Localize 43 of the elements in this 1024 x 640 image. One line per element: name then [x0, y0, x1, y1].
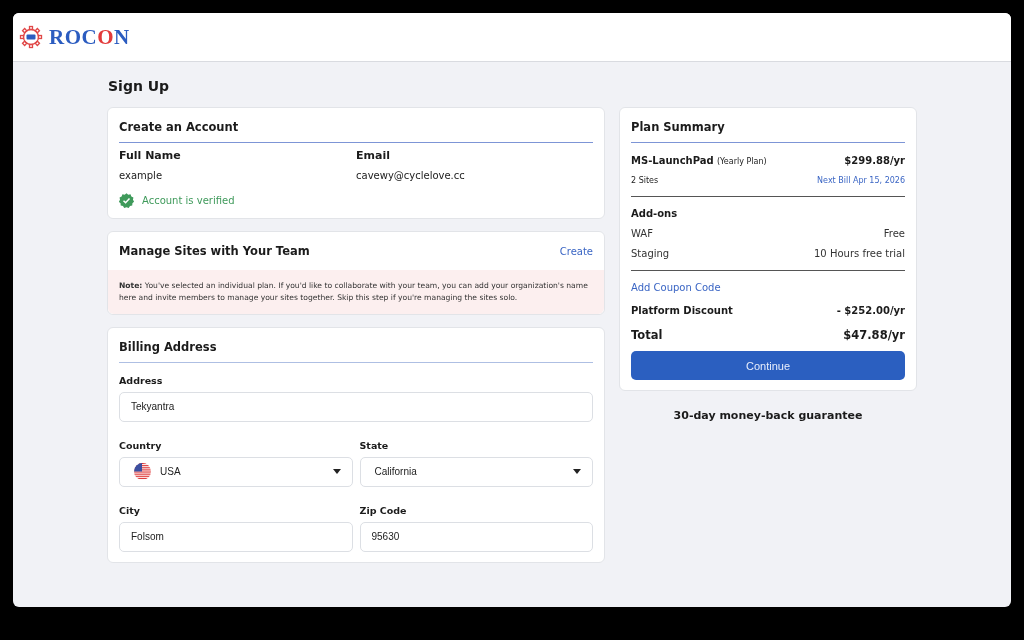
card-title: Create an Account [119, 120, 239, 134]
card-title: Manage Sites with Your Team [119, 244, 310, 258]
gear-icon [19, 25, 43, 49]
total-label: Total [631, 328, 663, 342]
field-label: Country [119, 439, 162, 451]
field-label: Full Name [119, 149, 181, 162]
field-label: State [359, 439, 389, 451]
input-field[interactable]: Folsom [119, 521, 353, 552]
addon-price: Free [883, 228, 905, 239]
card-title: Plan Summary [631, 120, 725, 134]
caret-icon [573, 469, 581, 475]
field-value: example [119, 170, 163, 181]
total-amount: $47.88/yr [843, 328, 905, 342]
plan-price: $299.88/yr [844, 155, 905, 166]
section-title: Add-ons [631, 208, 678, 219]
field-label: Address [119, 374, 163, 386]
card-title: Billing Address [119, 339, 217, 354]
verified-status: Account is verified [142, 195, 235, 206]
select-field[interactable]: USA [119, 456, 353, 487]
continue-button[interactable]: Continue [631, 351, 905, 380]
coupon-link[interactable]: Add Coupon Code [631, 282, 721, 293]
plan-period: (Yearly Plan) [716, 157, 767, 166]
addon-name: WAF [631, 228, 653, 239]
next-bill-date: Next Bill Apr 15, 2026 [817, 176, 905, 185]
flag-icon [134, 463, 151, 481]
field-label: Email [356, 149, 390, 162]
caret-icon [332, 469, 341, 475]
discount-amount: - $252.00/yr [836, 305, 905, 316]
input-field[interactable]: 95630 [359, 521, 593, 552]
logo: ROCON [49, 24, 130, 50]
site-count: 2 Sites [631, 176, 659, 185]
create-link[interactable]: Create [559, 245, 593, 257]
field-label: Zip Code [359, 504, 407, 516]
discount-label: Platform Discount [631, 305, 733, 316]
addon-price: 10 Hours free trial [814, 248, 905, 259]
addon-name: Staging [631, 248, 670, 259]
plan-name: MS-LaunchPad [631, 155, 714, 166]
select-field[interactable]: California [359, 456, 593, 487]
field-value: cavewy@cyclelove.cc [356, 170, 465, 181]
page-title: Sign Up [108, 78, 170, 94]
input-field[interactable]: Tekyantra [119, 391, 593, 422]
guarantee-text: 30-day money-back guarantee [673, 409, 863, 422]
field-label: City [119, 504, 140, 516]
